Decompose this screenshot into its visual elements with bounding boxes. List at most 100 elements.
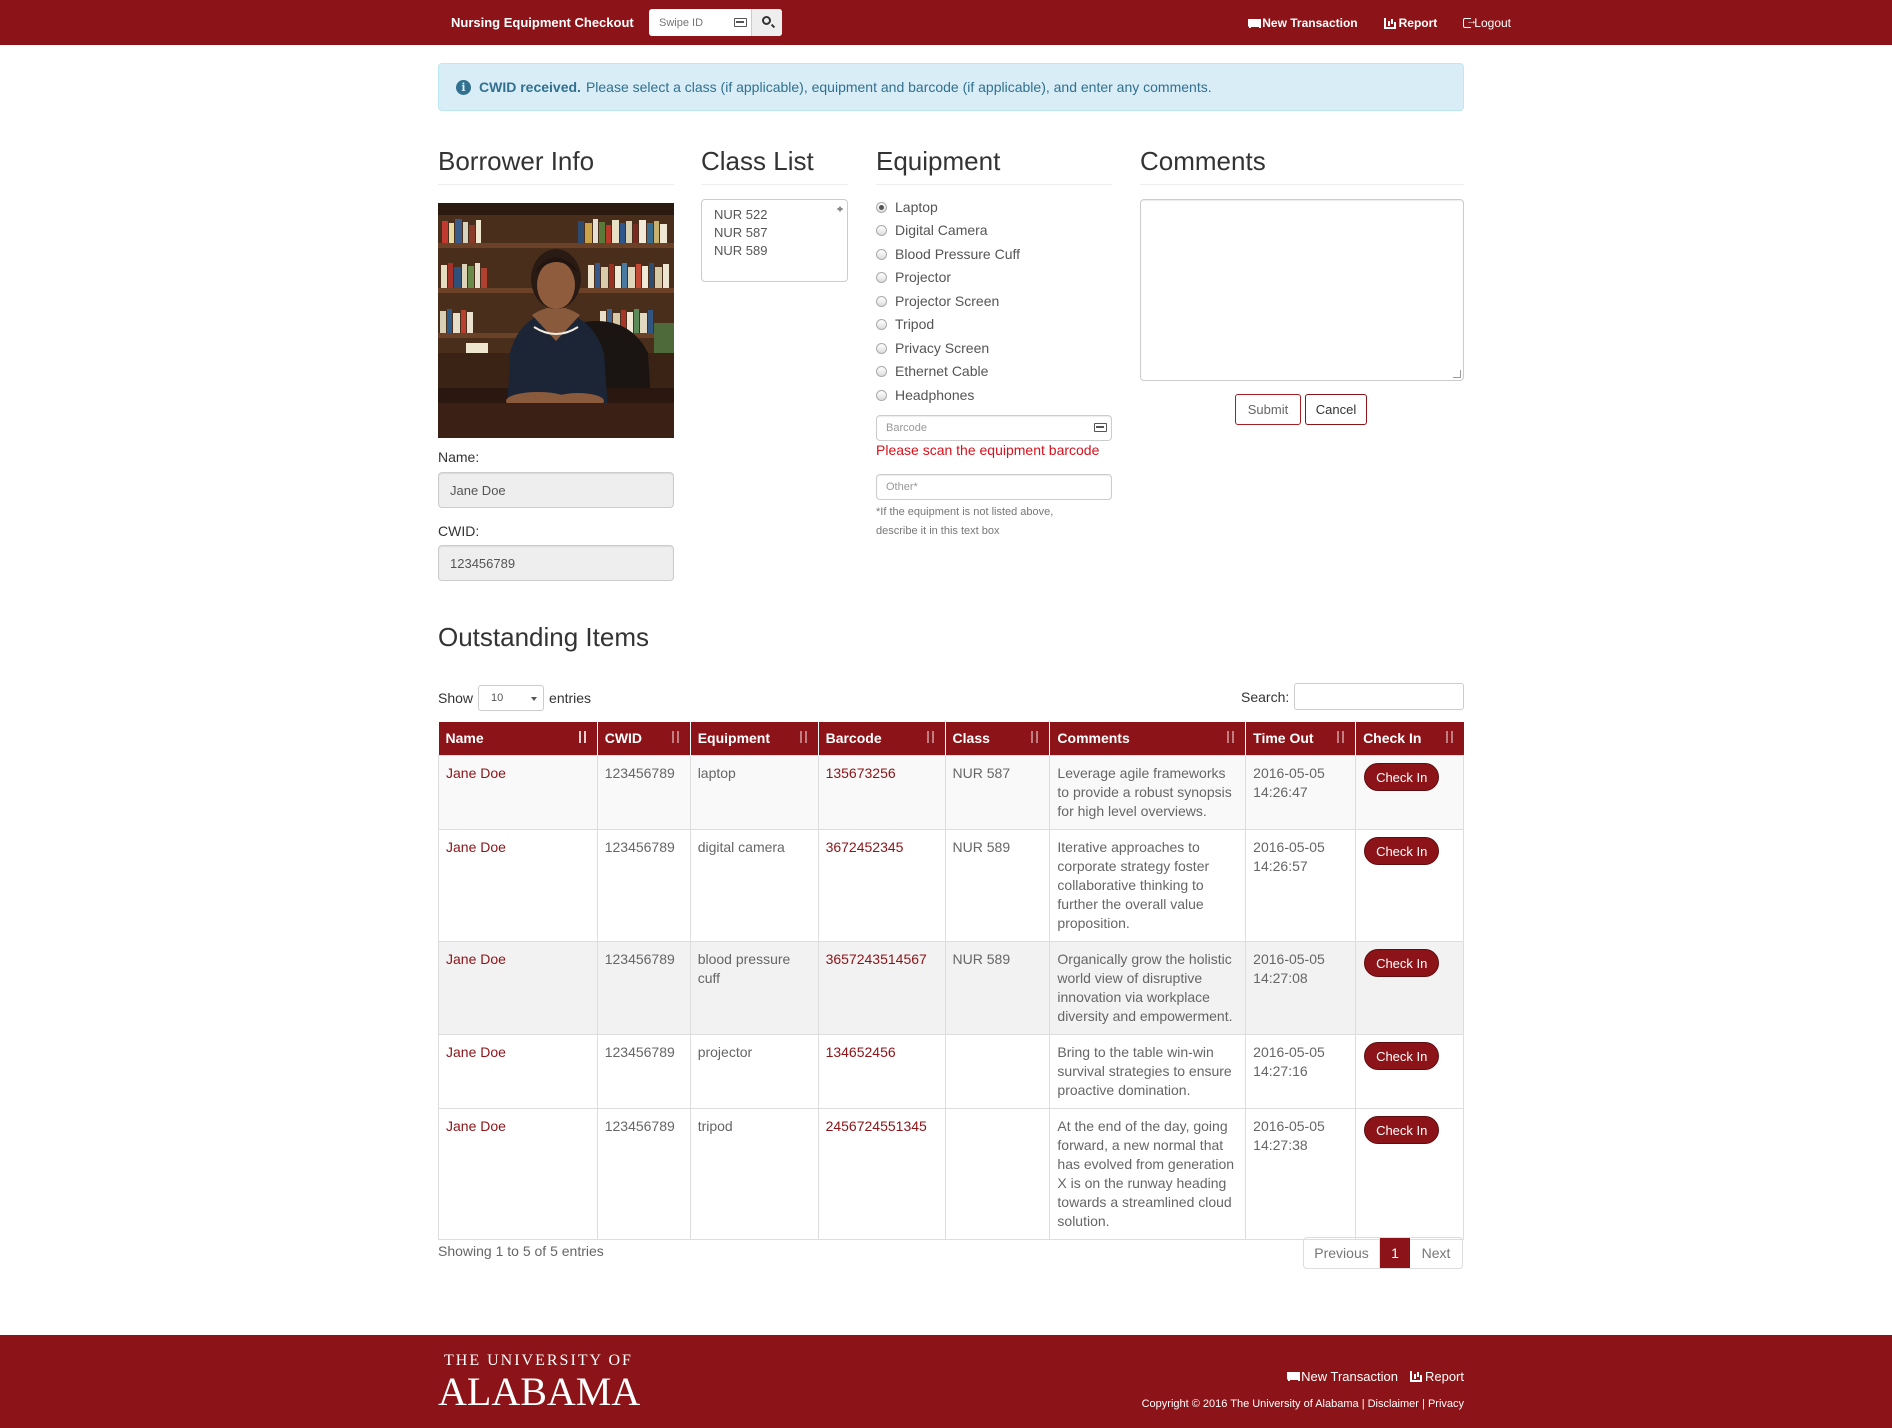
footer-report[interactable]: Report (1409, 1369, 1464, 1384)
radio-button[interactable] (876, 342, 887, 354)
divider (438, 184, 674, 185)
scroll-down-icon[interactable] (837, 208, 843, 212)
class-option[interactable]: NUR 587 (714, 224, 835, 242)
table-search-input[interactable] (1294, 683, 1465, 710)
borrower-name-link[interactable]: Jane Doe (438, 1107, 598, 1240)
radio-button[interactable] (876, 365, 887, 377)
borrower-name-link[interactable]: Jane Doe (438, 940, 598, 1035)
cwid-cell: 123456789 (596, 1107, 691, 1240)
entries-select[interactable]: 10 (478, 685, 545, 711)
next-page-button[interactable]: Next (1410, 1238, 1462, 1268)
equipment-cell: tripod (689, 1107, 819, 1240)
equipment-option-projector[interactable]: Projector (876, 269, 951, 285)
class-option[interactable]: NUR 589 (714, 242, 835, 260)
equipment-option-label: Projector Screen (895, 293, 1000, 309)
cwid-cell: 123456789 (596, 754, 691, 830)
equipment-option-label: Blood Pressure Cuff (895, 246, 1021, 262)
cancel-button[interactable]: Cancel (1305, 394, 1367, 425)
equipment-cell: laptop (689, 754, 819, 830)
sort-icon (798, 731, 810, 745)
table-row: Jane Doe 123456789 digital camera 367245… (438, 828, 1464, 942)
barcode-link[interactable]: 2456724551345 (817, 1107, 946, 1240)
footer-new-transaction[interactable]: New Transaction (1286, 1369, 1398, 1384)
column-header-class[interactable]: Class (945, 722, 1051, 755)
equipment-option-projector-screen[interactable]: Projector Screen (876, 293, 999, 309)
equipment-option-digital-camera[interactable]: Digital Camera (876, 222, 988, 238)
info-alert: i CWID received. Please select a class (… (438, 63, 1464, 111)
footer-links: New Transaction Report (1286, 1369, 1464, 1384)
class-option[interactable]: NUR 522 (714, 206, 835, 224)
radio-button[interactable] (876, 201, 887, 213)
cwid-cell: 123456789 (596, 1033, 691, 1109)
submit-button[interactable]: Submit (1235, 394, 1301, 425)
credit-card-icon (1094, 423, 1107, 432)
radio-button[interactable] (876, 389, 887, 401)
comments-cell: Iterative approaches to corporate strate… (1049, 828, 1247, 942)
radio-button[interactable] (876, 295, 887, 307)
check-in-button[interactable]: Check In (1364, 1041, 1440, 1070)
column-header-time-out[interactable]: Time Out (1245, 722, 1357, 755)
disclaimer-link[interactable]: Disclaimer (1368, 1398, 1419, 1410)
radio-button[interactable] (876, 318, 887, 330)
nav-new-transaction[interactable]: New Transaction (1247, 16, 1358, 30)
radio-button[interactable] (876, 271, 887, 283)
barcode-link[interactable]: 3657243514567 (817, 940, 946, 1035)
check-in-button[interactable]: Check In (1364, 948, 1440, 977)
column-header-check-in[interactable]: Check In (1355, 722, 1464, 755)
pagination: Previous 1 Next (1303, 1237, 1463, 1269)
comments-textarea[interactable] (1140, 199, 1464, 381)
nav-logout[interactable]: Logout (1463, 15, 1511, 30)
borrower-name-link[interactable]: Jane Doe (438, 1033, 598, 1109)
time-out-cell: 2016-05-05 14:27:08 (1245, 940, 1357, 1035)
scrollbar[interactable] (833, 200, 847, 218)
column-header-cwid[interactable]: CWID (597, 722, 691, 755)
top-navbar: Nursing Equipment Checkout New Transacti… (0, 0, 1892, 45)
app-brand[interactable]: Nursing Equipment Checkout (451, 15, 634, 30)
resize-handle-icon[interactable] (1453, 370, 1461, 378)
footer-report-label: Report (1424, 1369, 1464, 1384)
entries-select-value: 10 (491, 692, 504, 704)
previous-page-button[interactable]: Previous (1304, 1238, 1380, 1268)
barcode-input[interactable]: Barcode (876, 415, 1112, 441)
equipment-option-headphones[interactable]: Headphones (876, 387, 974, 403)
check-in-button[interactable]: Check In (1364, 1115, 1440, 1144)
swipe-id-group (649, 9, 782, 36)
nav-report[interactable]: Report (1383, 16, 1437, 30)
borrower-name-link[interactable]: Jane Doe (438, 828, 598, 942)
barcode-link[interactable]: 134652456 (817, 1033, 946, 1109)
barcode-link[interactable]: 3672452345 (817, 828, 946, 942)
footer-new-transaction-label: New Transaction (1301, 1369, 1398, 1384)
column-header-equipment[interactable]: Equipment (690, 722, 819, 755)
other-equipment-input[interactable]: Other* (876, 474, 1112, 500)
divider (876, 184, 1112, 185)
page-1-button[interactable]: 1 (1380, 1238, 1410, 1268)
barcode-link[interactable]: 135673256 (817, 754, 946, 830)
class-list-select[interactable]: NUR 522 NUR 587 NUR 589 (701, 199, 848, 282)
equipment-option-tripod[interactable]: Tripod (876, 316, 934, 332)
check-in-button[interactable]: Check In (1364, 836, 1440, 865)
radio-button[interactable] (876, 224, 887, 236)
university-logo-line2: ALABAMA (438, 1369, 641, 1414)
check-in-cell: Check In (1355, 940, 1464, 1035)
column-header-name[interactable]: Name (438, 722, 598, 755)
equipment-option-label: Privacy Screen (895, 340, 990, 356)
copyright-text: Copyright © 2016 The University of Alaba… (1141, 1398, 1359, 1410)
equipment-option-blood-pressure-cuff[interactable]: Blood Pressure Cuff (876, 246, 1020, 262)
swipe-search-button[interactable] (751, 9, 782, 36)
table-header-row: Name CWID Equipment Barcode Class Commen… (438, 722, 1464, 755)
radio-button[interactable] (876, 248, 887, 260)
equipment-option-laptop[interactable]: Laptop (876, 199, 938, 215)
equipment-option-ethernet-cable[interactable]: Ethernet Cable (876, 363, 988, 379)
class-list-heading: Class List (701, 146, 814, 176)
column-header-barcode[interactable]: Barcode (818, 722, 946, 755)
class-cell (944, 1107, 1051, 1240)
sort-icon (577, 731, 589, 745)
cwid-cell: 123456789 (596, 940, 691, 1035)
column-header-comments[interactable]: Comments (1049, 722, 1247, 755)
borrower-name-link[interactable]: Jane Doe (438, 754, 598, 830)
comments-cell: Leverage agile frameworks to provide a r… (1049, 754, 1247, 830)
check-in-button[interactable]: Check In (1364, 762, 1440, 791)
equipment-option-privacy-screen[interactable]: Privacy Screen (876, 340, 989, 356)
nav-new-transaction-label: New Transaction (1262, 16, 1358, 30)
privacy-link[interactable]: Privacy (1428, 1398, 1464, 1410)
